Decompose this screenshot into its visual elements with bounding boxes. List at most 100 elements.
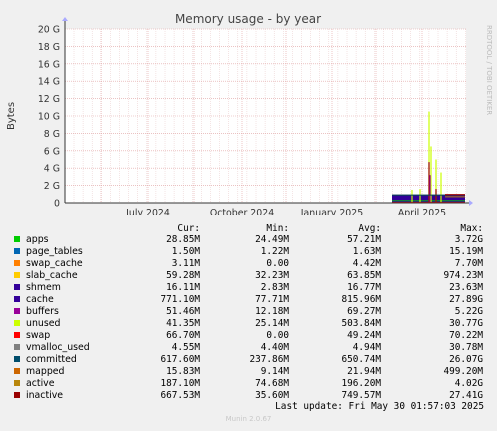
legend-value-max: 974.23M [443, 270, 483, 281]
legend-series-name: swap [26, 330, 51, 341]
legend-series-name: unused [26, 318, 61, 329]
legend-value-cur: 28.85M [166, 234, 200, 245]
legend-series-name: apps [26, 234, 49, 245]
legend-value-cur: 15.83M [166, 366, 200, 377]
y-tick-label: 16 G [38, 59, 60, 70]
legend-value-avg: 1.63M [352, 246, 381, 257]
y-axis-arrow [62, 17, 68, 21]
legend-value-min: 237.86M [249, 354, 289, 365]
legend-row-committed: committed 617.60M 237.86M 650.74M 26.07G [0, 354, 497, 366]
legend-series-name: shmem [26, 282, 61, 293]
chart-title: Memory usage - by year [175, 12, 321, 26]
header-avg: Avg: [358, 223, 381, 234]
legend-row-unused: unused 41.35M 25.14M 503.84M 30.77G [0, 318, 497, 330]
legend-value-avg: 4.94M [352, 342, 381, 353]
legend-series-name: slab_cache [26, 270, 78, 281]
legend-swatch [14, 260, 20, 266]
legend-row-swap-cache: swap_cache 3.11M 0.00 4.42M 7.70M [0, 258, 497, 270]
legend-value-avg: 650.74M [341, 354, 381, 365]
legend-value-avg: 57.21M [347, 234, 381, 245]
legend-value-cur: 41.35M [166, 318, 200, 329]
legend-swatch [14, 272, 20, 278]
legend-value-max: 15.19M [449, 246, 483, 257]
legend-swatch [14, 236, 20, 242]
y-tick-label: 14 G [38, 77, 60, 88]
header-cur: Cur: [177, 223, 200, 234]
legend-value-cur: 667.53M [160, 390, 200, 401]
legend-row-shmem: shmem 16.11M 2.83M 16.77M 23.63M [0, 282, 497, 294]
legend-value-avg: 49.24M [347, 330, 381, 341]
legend-value-cur: 1.50M [171, 246, 200, 257]
legend-value-min: 1.22M [260, 246, 289, 257]
legend-value-min: 74.68M [255, 378, 289, 389]
y-tick-label: 12 G [38, 94, 60, 105]
legend-swatch [14, 344, 20, 350]
legend-value-avg: 21.94M [347, 366, 381, 377]
legend-swatch [14, 320, 20, 326]
legend-row-mapped: mapped 15.83M 9.14M 21.94M 499.20M [0, 366, 497, 378]
x-tick-label: April 2025 [398, 208, 446, 215]
legend-row-slab-cache: slab_cache 59.28M 32.23M 63.85M 974.23M [0, 270, 497, 282]
legend-value-min: 2.83M [260, 282, 289, 293]
y-tick-label: 20 G [38, 25, 60, 36]
legend-row-active: active 187.10M 74.68M 196.20M 4.02G [0, 378, 497, 390]
legend-swatch [14, 284, 20, 290]
legend-value-cur: 771.10M [160, 294, 200, 305]
y-tick-label: 6 G [44, 146, 60, 157]
legend-value-avg: 749.57M [341, 390, 381, 401]
legend-value-min: 25.14M [255, 318, 289, 329]
legend-value-cur: 16.11M [166, 282, 200, 293]
x-tick-label: January 2025 [300, 208, 363, 215]
legend-value-cur: 4.55M [171, 342, 200, 353]
legend-value-min: 0.00 [266, 330, 289, 341]
legend-value-max: 499.20M [443, 366, 483, 377]
legend-value-avg: 69.27M [347, 306, 381, 317]
legend-row-buffers: buffers 51.46M 12.18M 69.27M 5.22G [0, 306, 497, 318]
legend-value-max: 7.70M [454, 258, 483, 269]
legend-value-max: 4.02G [454, 378, 483, 389]
y-tick-label: 8 G [44, 129, 60, 140]
legend-value-avg: 4.42M [352, 258, 381, 269]
legend-value-min: 35.60M [255, 390, 289, 401]
legend-value-cur: 59.28M [166, 270, 200, 281]
y-tick-label: 4 G [44, 164, 60, 175]
legend-value-min: 77.71M [255, 294, 289, 305]
legend-value-min: 12.18M [255, 306, 289, 317]
memory-chart: 0 2 G 4 G 6 G 8 G 10 G 12 G 14 G 16 G 18 G 20 G Jul… [6, 12, 493, 215]
legend-row-swap: swap 66.70M 0.00 49.24M 70.22M [0, 330, 497, 342]
legend-value-cur: 51.46M [166, 306, 200, 317]
legend-value-cur: 66.70M [166, 330, 200, 341]
legend-value-max: 3.72G [454, 234, 483, 245]
legend-swatch [14, 356, 20, 362]
legend-series-name: active [26, 378, 55, 389]
legend-value-min: 32.23M [255, 270, 289, 281]
legend-value-max: 27.89G [449, 294, 483, 305]
legend-value-min: 0.00 [266, 258, 289, 269]
legend-value-max: 27.41G [449, 390, 483, 401]
legend-series-name: cache [26, 294, 54, 305]
legend-value-cur: 3.11M [171, 258, 200, 269]
legend-value-min: 24.49M [255, 234, 289, 245]
legend-swatch [14, 392, 20, 398]
legend-series-name: vmalloc_used [26, 342, 90, 353]
legend-series-name: swap_cache [26, 258, 83, 269]
legend-value-avg: 196.20M [341, 378, 381, 389]
legend-row-page-tables: page_tables 1.50M 1.22M 1.63M 15.19M [0, 246, 497, 258]
legend-value-cur: 617.60M [160, 354, 200, 365]
legend-series-name: buffers [26, 306, 59, 317]
legend-row-apps: apps 28.85M 24.49M 57.21M 3.72G [0, 234, 497, 246]
legend-series-name: page_tables [26, 246, 83, 257]
y-tick-label: 2 G [44, 181, 60, 192]
y-tick-label: 18 G [38, 42, 60, 53]
legend-swatch [14, 368, 20, 374]
legend-swatch [14, 296, 20, 302]
header-max: Max: [460, 223, 483, 234]
legend-swatch [14, 332, 20, 338]
legend-series-name: committed [26, 354, 77, 365]
legend-series-name: inactive [26, 390, 64, 401]
rrdtool-label: RRDTOOL / TOBI OETIKER [485, 25, 493, 115]
header-min: Min: [266, 223, 289, 234]
legend-value-avg: 503.84M [341, 318, 381, 329]
munin-version: Munin 2.0.67 [225, 415, 272, 423]
legend-value-avg: 63.85M [347, 270, 381, 281]
